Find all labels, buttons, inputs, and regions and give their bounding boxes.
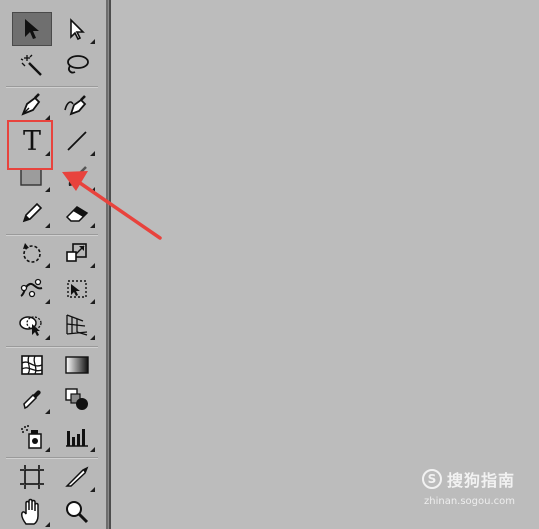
sogou-watermark: S 搜狗指南 — [421, 467, 515, 491]
annotation-arrow — [62, 171, 162, 240]
watermark-url: zhinan.sogou.com — [423, 496, 515, 507]
watermark-text: 搜狗指南 — [446, 471, 515, 490]
sogou-logo-icon: S — [421, 469, 442, 489]
